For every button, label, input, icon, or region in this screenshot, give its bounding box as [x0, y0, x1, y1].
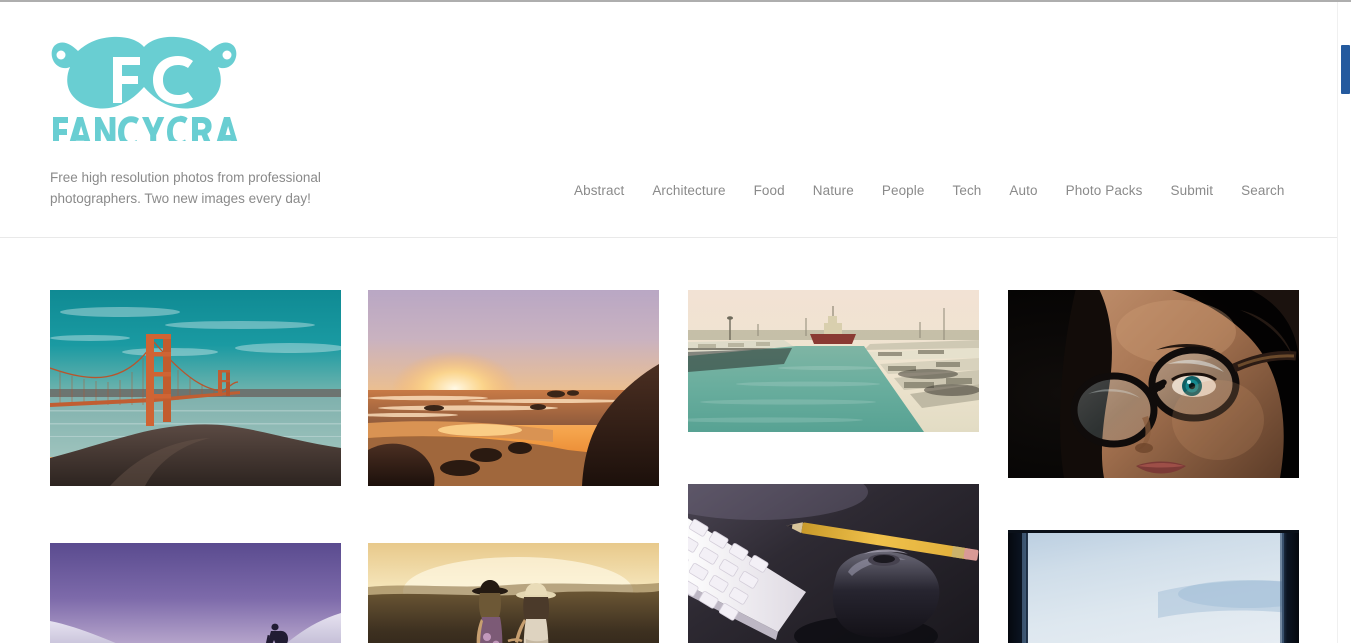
nav-item-auto[interactable]: Auto [995, 179, 1051, 202]
photo-card-mountaineer-twilight[interactable] [50, 543, 341, 643]
page-scrollbar-thumb[interactable] [1341, 45, 1350, 94]
photo-marina-harbour [688, 290, 979, 432]
photo-card-marina-harbour[interactable] [688, 290, 979, 432]
gallery-gap [50, 514, 340, 543]
photo-mountaineer-twilight [50, 543, 341, 643]
nav-item-search[interactable]: Search [1227, 179, 1298, 202]
nav-item-architecture[interactable]: Architecture [638, 179, 739, 202]
photo-card-keyboard-mouse-pencil[interactable] [688, 484, 979, 643]
site-tagline: Free high resolution photos from profess… [50, 170, 321, 206]
gallery-column-2 [368, 290, 659, 643]
nav-item-abstract[interactable]: Abstract [560, 179, 638, 202]
photo-blue-sky-window [1008, 530, 1299, 643]
brand-block: Free high resolution photos from profess… [50, 35, 390, 209]
nav-item-people[interactable]: People [868, 179, 939, 202]
gallery-gap [688, 460, 978, 484]
photo-card-woman-with-glasses[interactable] [1008, 290, 1299, 478]
main-navigation: Abstract Architecture Food Nature People… [560, 179, 1299, 202]
nav-item-tech[interactable]: Tech [939, 179, 996, 202]
gallery-gap [368, 514, 658, 543]
nav-item-submit[interactable]: Submit [1157, 179, 1228, 202]
nav-item-food[interactable]: Food [740, 179, 799, 202]
page-scrollbar-track[interactable] [1337, 2, 1351, 643]
gallery-column-1 [50, 290, 341, 643]
photo-two-girls-field [368, 543, 659, 643]
photo-beach-sunset [368, 290, 659, 486]
page-container: Free high resolution photos from profess… [0, 2, 1337, 643]
photo-card-blue-sky-window[interactable] [1008, 530, 1299, 643]
photo-gallery [50, 290, 1300, 643]
photo-card-beach-sunset[interactable] [368, 290, 659, 486]
gallery-column-4 [1008, 290, 1299, 643]
mustache-fc-logo-icon [51, 36, 238, 141]
nav-item-photo-packs[interactable]: Photo Packs [1052, 179, 1157, 202]
photo-golden-gate-bridge [50, 290, 341, 486]
gallery-column-3 [688, 290, 979, 643]
photo-woman-with-glasses [1008, 290, 1299, 478]
gallery-gap [1008, 506, 1298, 530]
site-logo-link[interactable] [50, 35, 390, 141]
nav-item-nature[interactable]: Nature [799, 179, 868, 202]
photo-keyboard-mouse-pencil [688, 484, 979, 643]
site-header: Free high resolution photos from profess… [0, 2, 1337, 238]
photo-card-two-girls-field[interactable] [368, 543, 659, 643]
photo-card-golden-gate-bridge[interactable] [50, 290, 341, 486]
